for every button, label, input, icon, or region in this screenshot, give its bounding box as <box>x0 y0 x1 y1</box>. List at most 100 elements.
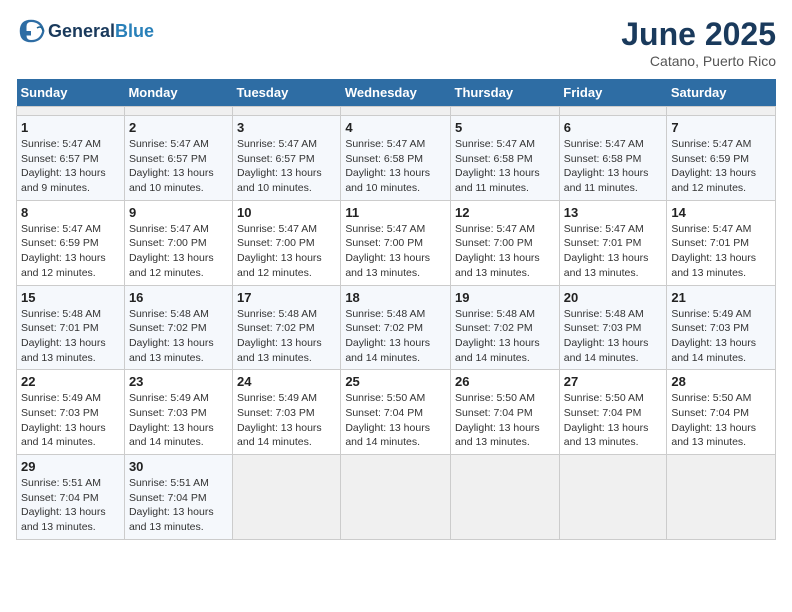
day-info: Sunrise: 5:50 AMSunset: 7:04 PMDaylight:… <box>455 392 540 448</box>
calendar-week-row: 8 Sunrise: 5:47 AMSunset: 6:59 PMDayligh… <box>17 200 776 285</box>
table-row: 24 Sunrise: 5:49 AMSunset: 7:03 PMDaylig… <box>233 370 341 455</box>
day-info: Sunrise: 5:47 AMSunset: 7:00 PMDaylight:… <box>129 223 214 279</box>
day-number: 17 <box>237 290 336 305</box>
logo-icon <box>16 16 46 46</box>
table-row <box>559 107 667 116</box>
day-number: 16 <box>129 290 228 305</box>
day-info: Sunrise: 5:50 AMSunset: 7:04 PMDaylight:… <box>564 392 649 448</box>
table-row: 28 Sunrise: 5:50 AMSunset: 7:04 PMDaylig… <box>667 370 776 455</box>
day-info: Sunrise: 5:47 AMSunset: 6:57 PMDaylight:… <box>129 138 214 194</box>
table-row: 3 Sunrise: 5:47 AMSunset: 6:57 PMDayligh… <box>233 116 341 201</box>
col-friday: Friday <box>559 79 667 107</box>
day-number: 4 <box>345 120 446 135</box>
table-row <box>667 455 776 540</box>
day-info: Sunrise: 5:47 AMSunset: 6:57 PMDaylight:… <box>237 138 322 194</box>
table-row: 7 Sunrise: 5:47 AMSunset: 6:59 PMDayligh… <box>667 116 776 201</box>
table-row: 14 Sunrise: 5:47 AMSunset: 7:01 PMDaylig… <box>667 200 776 285</box>
table-row: 10 Sunrise: 5:47 AMSunset: 7:00 PMDaylig… <box>233 200 341 285</box>
table-row: 27 Sunrise: 5:50 AMSunset: 7:04 PMDaylig… <box>559 370 667 455</box>
calendar-week-row <box>17 107 776 116</box>
day-number: 21 <box>671 290 771 305</box>
day-info: Sunrise: 5:47 AMSunset: 7:00 PMDaylight:… <box>455 223 540 279</box>
day-number: 10 <box>237 205 336 220</box>
table-row: 20 Sunrise: 5:48 AMSunset: 7:03 PMDaylig… <box>559 285 667 370</box>
day-info: Sunrise: 5:48 AMSunset: 7:02 PMDaylight:… <box>345 308 430 364</box>
table-row: 21 Sunrise: 5:49 AMSunset: 7:03 PMDaylig… <box>667 285 776 370</box>
day-number: 8 <box>21 205 120 220</box>
day-number: 20 <box>564 290 663 305</box>
table-row: 17 Sunrise: 5:48 AMSunset: 7:02 PMDaylig… <box>233 285 341 370</box>
day-info: Sunrise: 5:47 AMSunset: 6:59 PMDaylight:… <box>671 138 756 194</box>
page-header: GeneralBlue June 2025 Catano, Puerto Ric… <box>16 16 776 69</box>
col-wednesday: Wednesday <box>341 79 451 107</box>
calendar-week-row: 29 Sunrise: 5:51 AMSunset: 7:04 PMDaylig… <box>17 455 776 540</box>
day-number: 5 <box>455 120 555 135</box>
day-number: 28 <box>671 374 771 389</box>
day-number: 12 <box>455 205 555 220</box>
day-number: 30 <box>129 459 228 474</box>
table-row <box>451 455 560 540</box>
day-number: 15 <box>21 290 120 305</box>
day-number: 19 <box>455 290 555 305</box>
logo: GeneralBlue <box>16 16 154 46</box>
table-row <box>667 107 776 116</box>
col-monday: Monday <box>124 79 232 107</box>
day-number: 22 <box>21 374 120 389</box>
day-info: Sunrise: 5:51 AMSunset: 7:04 PMDaylight:… <box>129 477 214 533</box>
table-row: 29 Sunrise: 5:51 AMSunset: 7:04 PMDaylig… <box>17 455 125 540</box>
day-info: Sunrise: 5:47 AMSunset: 6:57 PMDaylight:… <box>21 138 106 194</box>
day-info: Sunrise: 5:50 AMSunset: 7:04 PMDaylight:… <box>345 392 430 448</box>
location-subtitle: Catano, Puerto Rico <box>621 53 776 69</box>
day-number: 11 <box>345 205 446 220</box>
col-sunday: Sunday <box>17 79 125 107</box>
day-number: 18 <box>345 290 446 305</box>
logo-text: GeneralBlue <box>48 21 154 42</box>
table-row: 19 Sunrise: 5:48 AMSunset: 7:02 PMDaylig… <box>451 285 560 370</box>
table-row: 16 Sunrise: 5:48 AMSunset: 7:02 PMDaylig… <box>124 285 232 370</box>
logo-blue: Blue <box>115 21 154 41</box>
title-area: June 2025 Catano, Puerto Rico <box>621 16 776 69</box>
table-row: 5 Sunrise: 5:47 AMSunset: 6:58 PMDayligh… <box>451 116 560 201</box>
day-number: 23 <box>129 374 228 389</box>
table-row <box>341 455 451 540</box>
day-number: 26 <box>455 374 555 389</box>
table-row: 11 Sunrise: 5:47 AMSunset: 7:00 PMDaylig… <box>341 200 451 285</box>
table-row: 12 Sunrise: 5:47 AMSunset: 7:00 PMDaylig… <box>451 200 560 285</box>
table-row: 15 Sunrise: 5:48 AMSunset: 7:01 PMDaylig… <box>17 285 125 370</box>
table-row: 2 Sunrise: 5:47 AMSunset: 6:57 PMDayligh… <box>124 116 232 201</box>
table-row <box>341 107 451 116</box>
calendar-week-row: 22 Sunrise: 5:49 AMSunset: 7:03 PMDaylig… <box>17 370 776 455</box>
calendar-table: Sunday Monday Tuesday Wednesday Thursday… <box>16 79 776 540</box>
day-number: 14 <box>671 205 771 220</box>
day-number: 1 <box>21 120 120 135</box>
calendar-header-row: Sunday Monday Tuesday Wednesday Thursday… <box>17 79 776 107</box>
table-row: 30 Sunrise: 5:51 AMSunset: 7:04 PMDaylig… <box>124 455 232 540</box>
day-number: 13 <box>564 205 663 220</box>
table-row: 26 Sunrise: 5:50 AMSunset: 7:04 PMDaylig… <box>451 370 560 455</box>
day-info: Sunrise: 5:48 AMSunset: 7:02 PMDaylight:… <box>129 308 214 364</box>
day-info: Sunrise: 5:48 AMSunset: 7:01 PMDaylight:… <box>21 308 106 364</box>
logo-general: General <box>48 21 115 41</box>
day-number: 25 <box>345 374 446 389</box>
table-row <box>233 455 341 540</box>
table-row: 13 Sunrise: 5:47 AMSunset: 7:01 PMDaylig… <box>559 200 667 285</box>
day-info: Sunrise: 5:47 AMSunset: 6:59 PMDaylight:… <box>21 223 106 279</box>
day-number: 24 <box>237 374 336 389</box>
table-row <box>451 107 560 116</box>
day-info: Sunrise: 5:47 AMSunset: 7:00 PMDaylight:… <box>345 223 430 279</box>
day-number: 6 <box>564 120 663 135</box>
day-number: 27 <box>564 374 663 389</box>
day-info: Sunrise: 5:47 AMSunset: 7:00 PMDaylight:… <box>237 223 322 279</box>
day-info: Sunrise: 5:49 AMSunset: 7:03 PMDaylight:… <box>237 392 322 448</box>
day-info: Sunrise: 5:48 AMSunset: 7:02 PMDaylight:… <box>455 308 540 364</box>
table-row: 25 Sunrise: 5:50 AMSunset: 7:04 PMDaylig… <box>341 370 451 455</box>
day-info: Sunrise: 5:48 AMSunset: 7:02 PMDaylight:… <box>237 308 322 364</box>
table-row: 6 Sunrise: 5:47 AMSunset: 6:58 PMDayligh… <box>559 116 667 201</box>
day-info: Sunrise: 5:47 AMSunset: 6:58 PMDaylight:… <box>564 138 649 194</box>
calendar-week-row: 1 Sunrise: 5:47 AMSunset: 6:57 PMDayligh… <box>17 116 776 201</box>
day-info: Sunrise: 5:47 AMSunset: 6:58 PMDaylight:… <box>345 138 430 194</box>
col-tuesday: Tuesday <box>233 79 341 107</box>
table-row: 8 Sunrise: 5:47 AMSunset: 6:59 PMDayligh… <box>17 200 125 285</box>
day-number: 9 <box>129 205 228 220</box>
day-info: Sunrise: 5:47 AMSunset: 7:01 PMDaylight:… <box>564 223 649 279</box>
